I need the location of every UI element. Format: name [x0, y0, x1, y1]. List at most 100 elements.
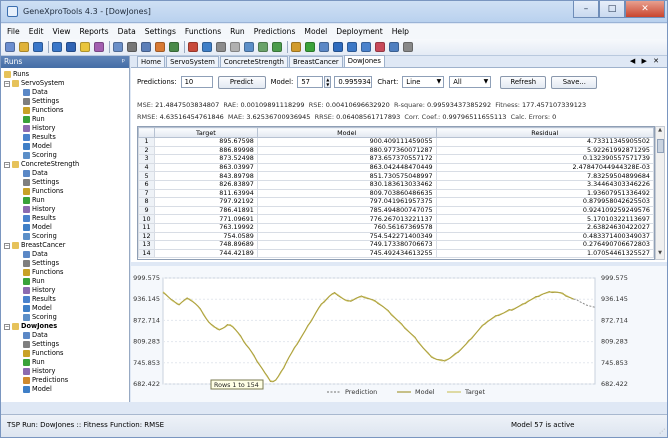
tree-item-history[interactable]: History: [23, 367, 55, 376]
tree-item-run[interactable]: Run: [23, 358, 45, 367]
tree-item-functions[interactable]: Functions: [23, 187, 63, 196]
export-icon[interactable]: [113, 42, 123, 52]
tree-item-history[interactable]: History: [23, 205, 55, 214]
pin-icon[interactable]: ᵖ: [122, 56, 125, 68]
table-row[interactable]: 2 886.89998 880.977360071287 5.922619928712…: [138, 145, 654, 156]
menu-run[interactable]: Run: [230, 27, 245, 36]
table-row[interactable]: 8 797.92192 797.041961957375 0.879958042625…: [138, 197, 654, 207]
tab-breastcancer[interactable]: BreastCancer: [288, 56, 343, 67]
tree-item-model[interactable]: Model: [23, 304, 52, 313]
tree-item-scoring[interactable]: Scoring: [23, 151, 57, 160]
tree-item-data[interactable]: Data: [23, 169, 48, 178]
table-row[interactable]: 4 863.03997 863.042448470449 2.478470449443…: [138, 162, 654, 173]
dropdown-icon[interactable]: [403, 42, 413, 52]
scroll-down-icon[interactable]: ▼: [656, 250, 664, 259]
minimize-button[interactable]: –: [573, 1, 599, 18]
table-row[interactable]: 3 873.52498 873.657370557172 0.132390557571…: [138, 154, 654, 164]
report-icon[interactable]: [333, 42, 343, 52]
chart-filter-select[interactable]: All ▼: [449, 76, 492, 88]
save-button[interactable]: Save...: [551, 75, 598, 89]
copy-icon[interactable]: [155, 42, 165, 52]
history-icon[interactable]: [319, 42, 329, 52]
save-all-icon[interactable]: [66, 42, 76, 52]
table-row[interactable]: 9 786.41891 785.494800747075 0.924109259249…: [138, 205, 654, 216]
tree-item-model[interactable]: Model: [23, 223, 52, 232]
tree-item-results[interactable]: Results: [23, 295, 56, 304]
paste-icon[interactable]: [169, 42, 179, 52]
table-row[interactable]: 13 748.89689 749.173380706673 0.27649070667…: [138, 240, 654, 250]
menu-data[interactable]: Data: [118, 27, 136, 36]
scroll-thumb[interactable]: [657, 139, 664, 153]
tree-project-servosystem[interactable]: − ServoSystem: [4, 79, 64, 88]
find-icon[interactable]: [202, 42, 212, 52]
tab-concretestrength[interactable]: ConcreteStrength: [219, 56, 288, 67]
expand-icon[interactable]: −: [4, 242, 10, 249]
add-icon[interactable]: [305, 42, 315, 52]
tree-item-settings[interactable]: Settings: [23, 97, 59, 106]
delete-icon[interactable]: [188, 42, 198, 52]
table-row[interactable]: 6 826.83897 830.183613033462 3.344643033462…: [138, 179, 654, 190]
model-input[interactable]: 57: [297, 76, 324, 88]
menu-help[interactable]: Help: [392, 27, 409, 36]
tree-item-scoring[interactable]: Scoring: [23, 232, 57, 241]
model-icon[interactable]: [272, 42, 282, 52]
help-icon[interactable]: [389, 42, 399, 52]
tree-project-breastcancer[interactable]: − BreastCancer: [4, 241, 65, 250]
table-row[interactable]: 7 811.63994 809.703860486635 1.936079513364…: [138, 188, 654, 199]
tree-item-run[interactable]: Run: [23, 196, 45, 205]
tree-item-run[interactable]: Run: [23, 115, 45, 124]
open-icon[interactable]: [19, 42, 29, 52]
tree-item-predictions[interactable]: Predictions: [23, 376, 68, 385]
table-row[interactable]: 5 843.89798 851.730575048997 7.832595048996…: [138, 171, 654, 181]
column-header-model[interactable]: Model: [256, 127, 437, 138]
tree-item-functions[interactable]: Functions: [23, 268, 63, 277]
tree-item-data[interactable]: Data: [23, 331, 48, 340]
scroll-up-icon[interactable]: ▲: [656, 127, 664, 136]
tree-item-settings[interactable]: Settings: [23, 259, 59, 268]
tree-item-functions[interactable]: Functions: [23, 349, 63, 358]
expand-icon[interactable]: −: [4, 323, 10, 330]
redo-icon[interactable]: [230, 42, 240, 52]
chart-type-select[interactable]: Line ▼: [402, 76, 445, 88]
expand-icon[interactable]: −: [4, 80, 10, 87]
tree-item-settings[interactable]: Settings: [23, 178, 59, 187]
refresh-button[interactable]: Refresh: [500, 75, 547, 89]
undo-icon[interactable]: [216, 42, 226, 52]
menu-file[interactable]: File: [7, 27, 20, 36]
results-grid[interactable]: Target Model Residual 1 895.67598 900.409111…: [137, 126, 655, 260]
settings-icon[interactable]: [244, 42, 254, 52]
chart-icon[interactable]: [291, 42, 301, 52]
maximize-button[interactable]: □: [599, 1, 625, 18]
tree-item-results[interactable]: Results: [23, 133, 56, 142]
model-spinner[interactable]: ▲ ▼: [324, 76, 332, 88]
tree-item-model[interactable]: Model: [23, 385, 52, 394]
cut-icon[interactable]: [141, 42, 151, 52]
menu-functions[interactable]: Functions: [185, 27, 221, 36]
tree-item-run[interactable]: Run: [23, 277, 45, 286]
table-row[interactable]: 10 771.09691 776.267013221137 5.17010322113…: [138, 214, 654, 224]
resize-grip-icon[interactable]: ⋰: [659, 428, 665, 435]
print-icon[interactable]: [127, 42, 137, 52]
tree-project-dowjones[interactable]: − DowJones: [4, 322, 57, 331]
tree-item-data[interactable]: Data: [23, 88, 48, 97]
predictions-input[interactable]: 10: [180, 76, 213, 88]
tab-navigation[interactable]: ◀ ▶ ✕: [630, 57, 661, 65]
table-row[interactable]: 1 895.67598 900.409111459055 4.733113459055…: [138, 137, 654, 147]
menu-reports[interactable]: Reports: [79, 27, 108, 36]
data-icon[interactable]: [347, 42, 357, 52]
menu-edit[interactable]: Edit: [29, 27, 44, 36]
menu-predictions[interactable]: Predictions: [254, 27, 296, 36]
tree-item-functions[interactable]: Functions: [23, 106, 63, 115]
save-as-icon[interactable]: [52, 42, 62, 52]
run-icon[interactable]: [258, 42, 268, 52]
grid-scrollbar[interactable]: ▲ ▼: [655, 126, 665, 260]
table-row[interactable]: 12 754.0589 754.542271400349 0.483371400349…: [138, 231, 654, 242]
expand-icon[interactable]: −: [4, 161, 10, 168]
new-project-icon[interactable]: [5, 42, 15, 52]
tree-item-scoring[interactable]: Scoring: [23, 313, 57, 322]
tree-root[interactable]: Runs: [4, 70, 29, 79]
tab-dowjones[interactable]: DowJones: [343, 55, 385, 67]
predict-button[interactable]: Predict: [217, 75, 266, 89]
menu-model[interactable]: Model: [304, 27, 327, 36]
menu-view[interactable]: View: [52, 27, 70, 36]
